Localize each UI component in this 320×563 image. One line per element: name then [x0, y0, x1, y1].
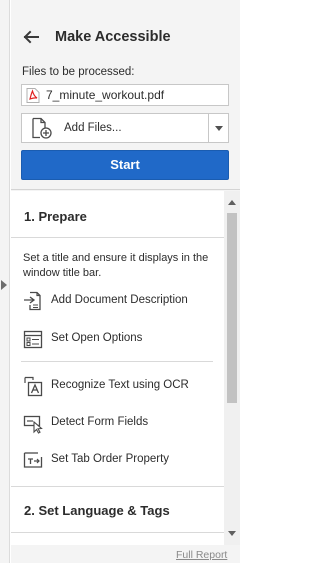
tool-label: Set Tab Order Property — [51, 453, 170, 465]
prepare-description: Set a title and ensure it displays in th… — [23, 252, 209, 279]
file-list[interactable]: 7_minute_workout.pdf — [21, 84, 229, 106]
tab-order-icon — [23, 452, 43, 468]
pane-gutter — [0, 0, 10, 563]
start-button[interactable]: Start — [21, 150, 229, 180]
pdf-icon — [26, 88, 40, 103]
chevron-down-icon — [215, 126, 223, 131]
add-files-dropdown[interactable] — [209, 114, 229, 142]
tool-label: Set Open Options — [51, 332, 143, 344]
vertical-scrollbar[interactable] — [224, 191, 240, 545]
tool-group-divider — [21, 361, 213, 362]
divider — [11, 237, 224, 238]
open-options-icon — [23, 330, 43, 349]
collapse-pane-arrow-icon[interactable] — [1, 280, 7, 290]
back-arrow-icon[interactable] — [21, 27, 41, 47]
tool-set-tab-order-property[interactable]: Set Tab Order Property — [19, 447, 219, 473]
make-accessible-pane: Make Accessible Files to be processed: 7… — [11, 0, 240, 563]
scroll-up-arrow-icon[interactable] — [228, 200, 236, 205]
tool-label: Recognize Text using OCR — [51, 379, 189, 391]
section-title-prepare: 1. Prepare — [24, 209, 87, 224]
scrollbar-thumb[interactable] — [227, 213, 237, 403]
divider — [11, 486, 224, 487]
files-to-process-label: Files to be processed: — [22, 66, 135, 78]
file-name[interactable]: 7_minute_workout.pdf — [46, 88, 164, 102]
tool-add-document-description[interactable]: Add Document Description — [19, 288, 219, 314]
ocr-icon — [24, 376, 43, 397]
action-steps-list[interactable]: 1. Prepare Set a title and ensure it dis… — [11, 191, 240, 545]
add-files-button[interactable]: Add Files... — [22, 114, 208, 142]
tool-detect-form-fields[interactable]: Detect Form Fields — [19, 410, 219, 436]
form-fields-icon — [23, 415, 43, 434]
full-report-link[interactable]: Full Report — [176, 549, 227, 561]
add-files-control: Add Files... — [21, 113, 229, 143]
tool-recognize-text-ocr[interactable]: Recognize Text using OCR — [19, 373, 219, 399]
section-title-set-language-tags: 2. Set Language & Tags — [24, 503, 170, 518]
scroll-down-arrow-icon[interactable] — [228, 531, 236, 536]
add-files-label: Add Files... — [64, 122, 122, 134]
tool-set-open-options[interactable]: Set Open Options — [19, 326, 219, 352]
document-description-icon — [24, 291, 41, 311]
tool-label: Detect Form Fields — [51, 416, 149, 428]
divider — [11, 532, 224, 533]
tool-label: Add Document Description — [51, 294, 188, 306]
add-file-icon — [32, 117, 52, 139]
page-title: Make Accessible — [55, 29, 171, 45]
pane-header: Make Accessible Files to be processed: 7… — [11, 0, 240, 190]
